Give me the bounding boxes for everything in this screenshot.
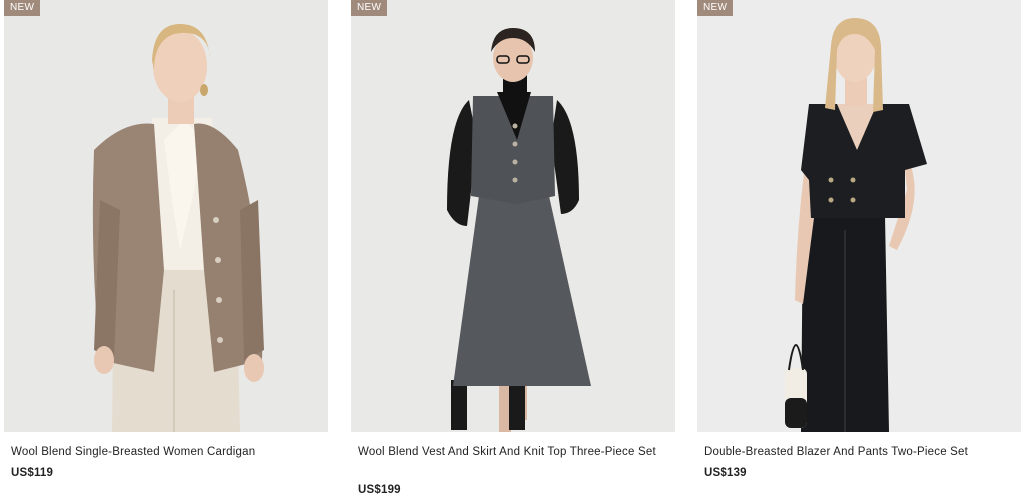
product-image[interactable]: NEW bbox=[351, 0, 675, 432]
product-title[interactable]: Wool Blend Vest And Skirt And Knit Top T… bbox=[358, 444, 658, 461]
product-card[interactable]: NEW Wool Blend Vest And Skirt And Knit T… bbox=[351, 0, 675, 496]
product-grid: NEW Wool Blend Single-Breasted Women Car… bbox=[0, 0, 1024, 496]
product-title[interactable]: Wool Blend Single-Breasted Women Cardiga… bbox=[11, 444, 311, 461]
product-card[interactable]: NEW Double-Breasted Blazer And Pants Two… bbox=[697, 0, 1021, 493]
new-badge: NEW bbox=[697, 0, 734, 16]
product-image[interactable]: NEW bbox=[4, 0, 328, 432]
product-title[interactable]: Double-Breasted Blazer And Pants Two-Pie… bbox=[704, 444, 1004, 461]
new-badge: NEW bbox=[351, 0, 388, 16]
product-price: US$139 bbox=[704, 467, 747, 479]
new-badge: NEW bbox=[4, 0, 41, 16]
product-card[interactable]: NEW Wool Blend Single-Breasted Women Car… bbox=[4, 0, 328, 493]
product-price: US$199 bbox=[358, 484, 401, 496]
product-price: US$119 bbox=[11, 467, 54, 479]
product-image[interactable]: NEW bbox=[697, 0, 1021, 432]
